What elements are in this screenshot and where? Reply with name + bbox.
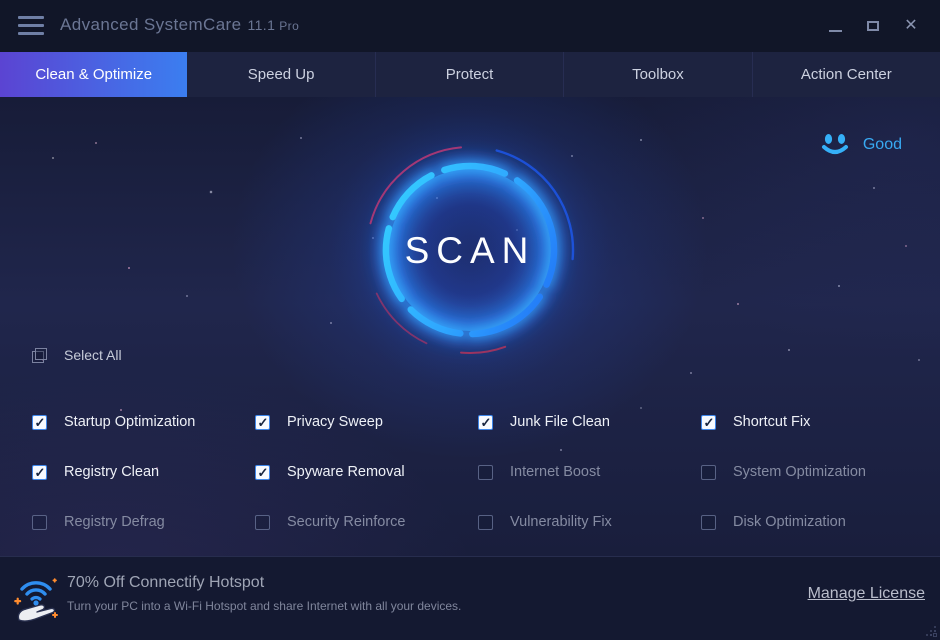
tab-protect[interactable]: Protect <box>375 52 563 97</box>
checkbox <box>478 515 493 530</box>
checkbox <box>478 415 493 430</box>
app-version: 11.1 <box>247 17 275 33</box>
app-title: Advanced SystemCare 11.1 Pro <box>60 15 299 35</box>
window-controls: ✕ <box>816 0 930 52</box>
select-all-icon <box>32 348 47 363</box>
checkbox <box>255 415 270 430</box>
task-disk-optimization[interactable]: Disk Optimization <box>701 497 924 547</box>
health-status-label: Good <box>863 136 902 154</box>
task-shortcut-fix[interactable]: Shortcut Fix <box>701 397 924 447</box>
manage-license-link[interactable]: Manage License <box>808 585 925 603</box>
checkbox <box>32 515 47 530</box>
task-startup-optimization[interactable]: Startup Optimization <box>32 397 255 447</box>
resize-grip[interactable] <box>926 626 936 636</box>
task-vulnerability-fix[interactable]: Vulnerability Fix <box>478 497 701 547</box>
app-name: Advanced SystemCare <box>60 15 241 34</box>
hamburger-menu-icon[interactable] <box>18 16 44 35</box>
app-window: Advanced SystemCare 11.1 Pro ✕ Clean & Opt… <box>0 0 940 640</box>
tab-bar: Clean & Optimize Speed Up Protect Toolbo… <box>0 52 940 97</box>
task-junk-file-clean[interactable]: Junk File Clean <box>478 397 701 447</box>
task-privacy-sweep[interactable]: Privacy Sweep <box>255 397 478 447</box>
task-internet-boost[interactable]: Internet Boost <box>478 447 701 497</box>
task-spyware-removal[interactable]: Spyware Removal <box>255 447 478 497</box>
task-security-reinforce[interactable]: Security Reinforce <box>255 497 478 547</box>
checkbox <box>32 415 47 430</box>
select-all-label: Select All <box>64 347 122 363</box>
tab-toolbox[interactable]: Toolbox <box>563 52 751 97</box>
promo-subtitle: Turn your PC into a Wi-Fi Hotspot and sh… <box>67 599 461 613</box>
checkbox <box>701 465 716 480</box>
close-button[interactable]: ✕ <box>892 8 930 44</box>
close-icon: ✕ <box>904 18 917 34</box>
tab-action-center[interactable]: Action Center <box>752 52 940 97</box>
task-registry-defrag[interactable]: Registry Defrag <box>32 497 255 547</box>
promo-title: 70% Off Connectify Hotspot <box>67 574 461 592</box>
maximize-icon <box>867 21 879 31</box>
task-registry-clean[interactable]: Registry Clean <box>32 447 255 497</box>
checkbox <box>255 465 270 480</box>
checkbox <box>701 415 716 430</box>
tab-clean-optimize[interactable]: Clean & Optimize <box>0 52 187 97</box>
promo-text-block[interactable]: 70% Off Connectify Hotspot Turn your PC … <box>67 574 461 613</box>
title-bar: Advanced SystemCare 11.1 Pro ✕ <box>0 0 940 52</box>
checkbox <box>701 515 716 530</box>
scan-button-label: SCAN <box>405 230 536 271</box>
tab-speed-up[interactable]: Speed Up <box>187 52 374 97</box>
minimize-icon <box>829 30 842 32</box>
checkbox <box>478 465 493 480</box>
maximize-button[interactable] <box>854 8 892 44</box>
footer-bar: 70% Off Connectify Hotspot Turn your PC … <box>0 556 940 640</box>
task-system-optimization[interactable]: System Optimization <box>701 447 924 497</box>
smiley-good-icon <box>817 127 853 163</box>
checkbox <box>32 465 47 480</box>
scan-button[interactable]: SCAN <box>320 100 620 400</box>
system-health-status: Good <box>817 127 902 163</box>
task-grid: Startup Optimization Privacy Sweep Junk … <box>32 397 924 547</box>
connectify-hotspot-icon[interactable] <box>12 573 60 630</box>
checkbox <box>255 515 270 530</box>
app-edition: Pro <box>279 19 299 33</box>
minimize-button[interactable] <box>816 8 854 44</box>
select-all-checkbox[interactable]: Select All <box>32 347 122 363</box>
main-panel: Good <box>0 97 940 556</box>
